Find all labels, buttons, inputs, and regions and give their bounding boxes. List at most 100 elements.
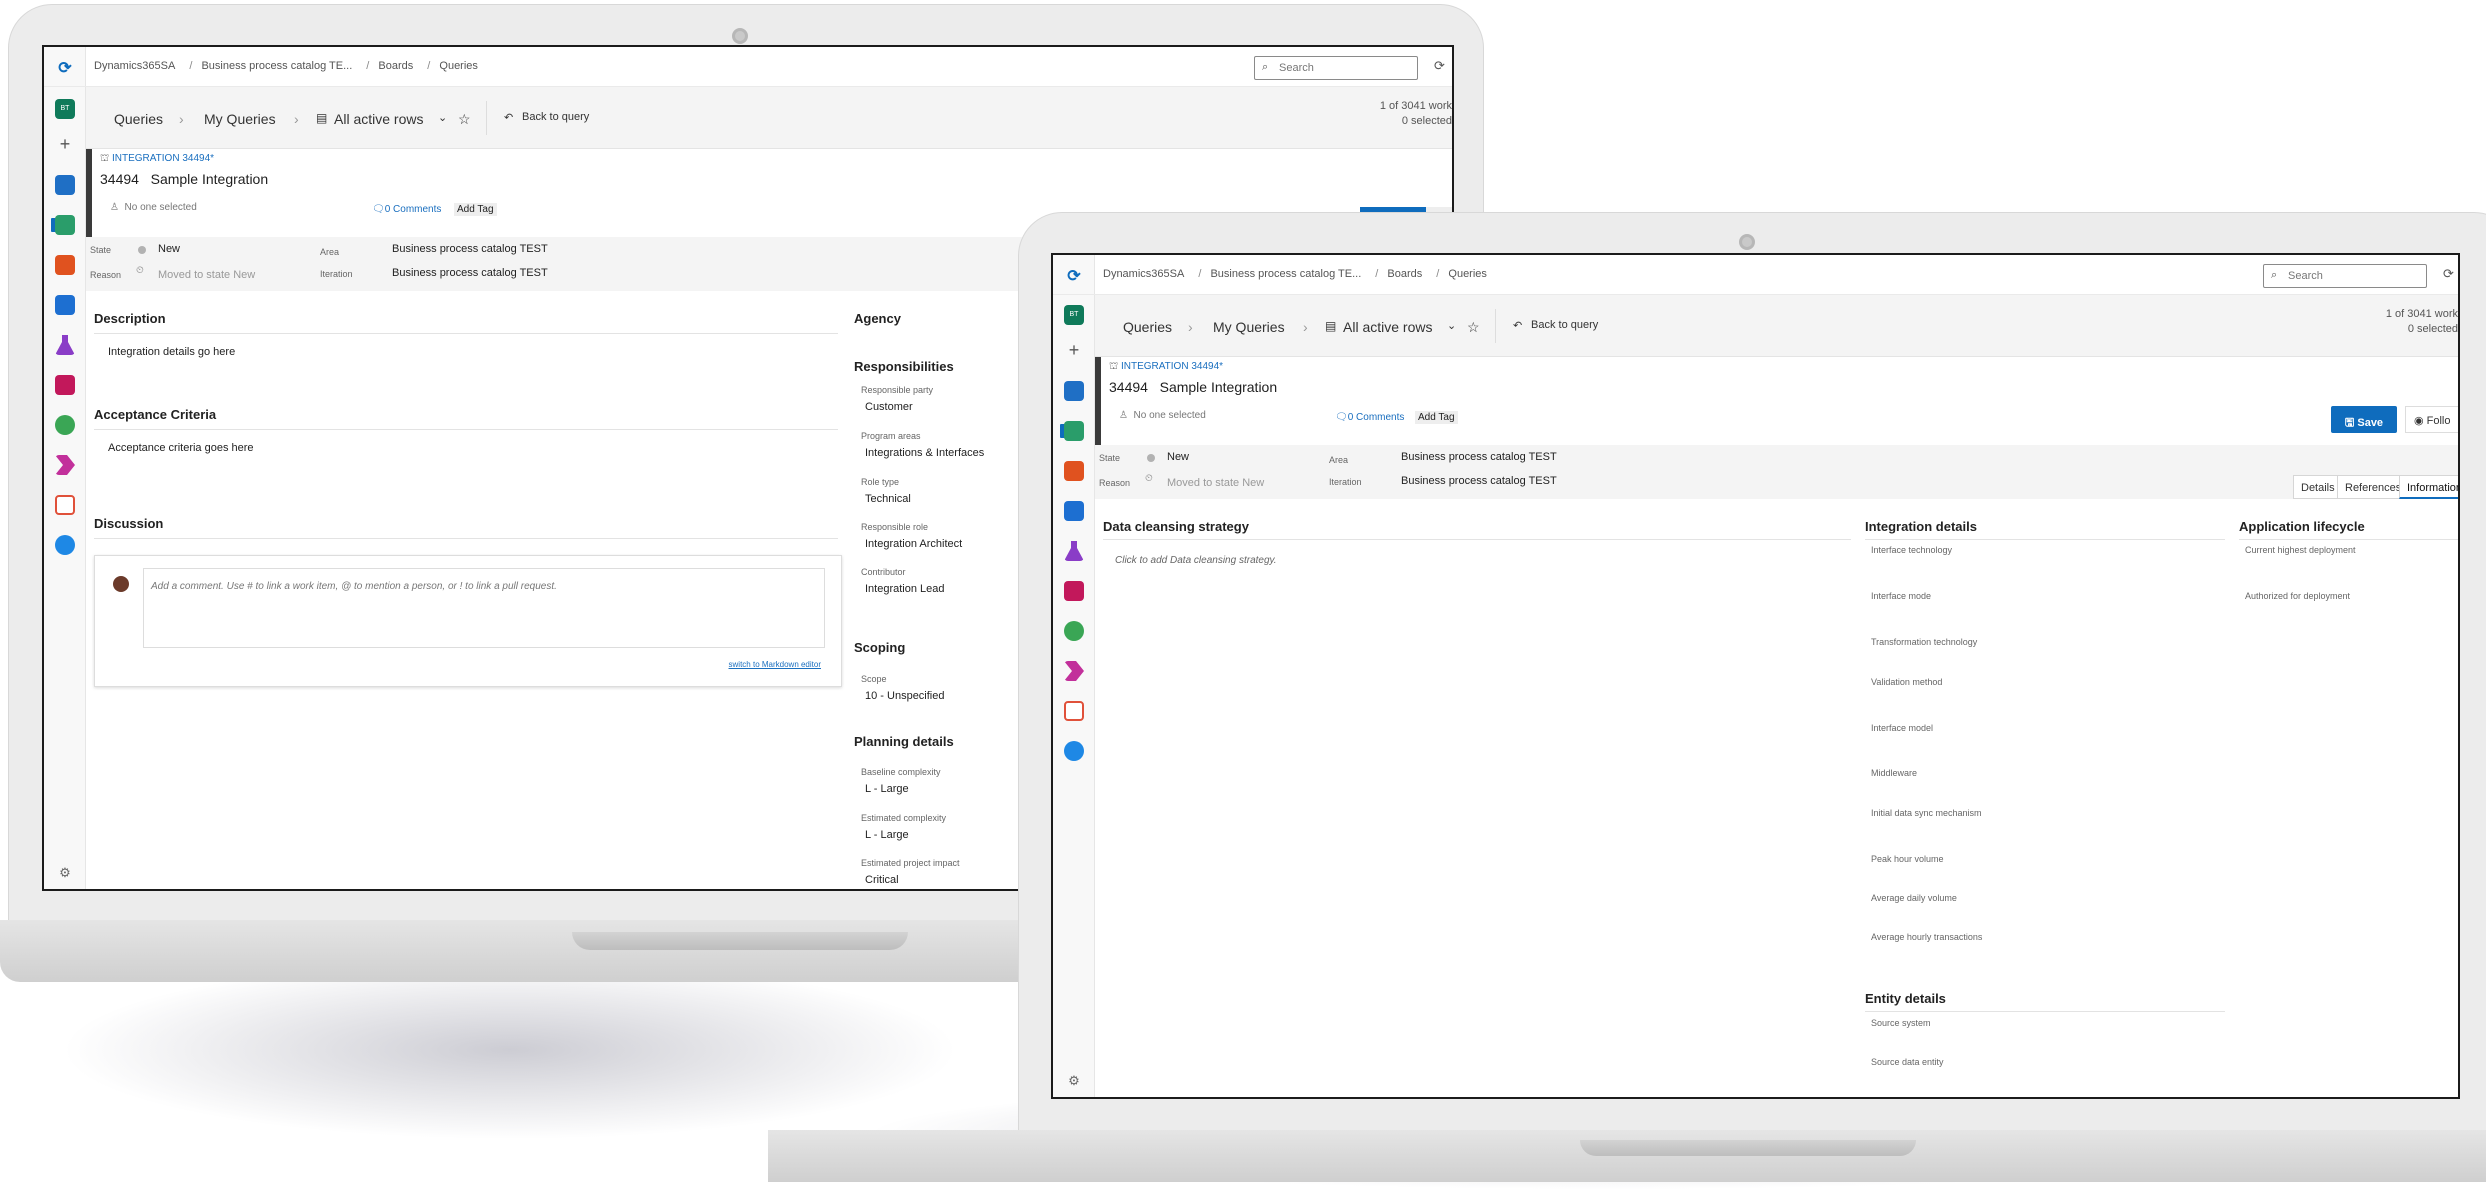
transformation-technology-field[interactable]: Transformation technology (1871, 637, 1977, 647)
add-icon[interactable]: + (1064, 341, 1084, 361)
overview-icon[interactable] (1064, 381, 1084, 401)
description-field[interactable]: Integration details go here (108, 346, 235, 358)
test-plans-icon[interactable] (55, 335, 75, 355)
search-input[interactable]: ⌕ Search (1254, 56, 1418, 80)
save-button[interactable]: 🖫 Save (2331, 406, 2397, 433)
avatar[interactable]: BT (1064, 305, 1084, 325)
acceptance-criteria-field[interactable]: Acceptance criteria goes here (108, 442, 254, 454)
baseline-complexity-field[interactable]: L - Large (865, 783, 909, 795)
all-active-rows-dropdown[interactable]: All active rows (334, 111, 423, 127)
settings-gear-icon[interactable]: ⚙ (1064, 1073, 1084, 1093)
breadcrumb-queries[interactable]: Queries (439, 60, 478, 72)
extension-icon[interactable] (1064, 661, 1084, 681)
iteration-dropdown[interactable]: Business process catalog TEST (1401, 475, 1557, 487)
validation-method-field[interactable]: Validation method (1871, 677, 1942, 687)
my-queries-link[interactable]: My Queries (1213, 319, 1285, 335)
comments-link[interactable]: 🗨0 Comments (372, 204, 441, 215)
authorized-for-deployment-field[interactable]: Authorized for deployment (2245, 591, 2350, 601)
refresh-icon[interactable]: ⟳ (1434, 58, 1445, 74)
peak-hour-volume-field[interactable]: Peak hour volume (1871, 854, 1944, 864)
search-input[interactable]: ⌕ Search (2263, 264, 2427, 288)
interface-mode-field[interactable]: Interface mode (1871, 591, 1931, 601)
work-item-title[interactable]: 34494 Sample Integration (100, 171, 268, 187)
back-arrow-icon[interactable]: ↶ (504, 111, 513, 124)
breadcrumb-boards[interactable]: Boards (1387, 268, 1422, 280)
tab-information[interactable]: Information (2399, 475, 2458, 499)
interface-model-field[interactable]: Interface model (1871, 723, 1933, 733)
work-item-title[interactable]: 34494 Sample Integration (1109, 379, 1277, 395)
all-active-rows-dropdown[interactable]: All active rows (1343, 319, 1432, 335)
area-dropdown[interactable]: Business process catalog TEST (392, 243, 548, 255)
tab-details[interactable]: Details (2293, 475, 2343, 499)
artifacts-icon[interactable] (55, 375, 75, 395)
boards-icon[interactable] (55, 215, 75, 235)
my-queries-link[interactable]: My Queries (204, 111, 276, 127)
role-type-field[interactable]: Technical (865, 493, 911, 505)
artifacts-icon[interactable] (1064, 581, 1084, 601)
back-arrow-icon[interactable]: ↶ (1513, 319, 1522, 332)
interface-technology-field[interactable]: Interface technology (1871, 545, 1952, 555)
iteration-dropdown[interactable]: Business process catalog TEST (392, 267, 548, 279)
responsible-party-field[interactable]: Customer (865, 401, 913, 413)
breadcrumb-project[interactable]: Business process catalog TE... (201, 60, 352, 72)
source-data-entity-field[interactable]: Source data entity (1871, 1057, 1944, 1067)
add-tag-button[interactable]: Add Tag (454, 203, 497, 216)
responsible-role-field[interactable]: Integration Architect (865, 538, 962, 550)
middleware-field[interactable]: Middleware (1871, 768, 1917, 778)
assigned-to[interactable]: ♙ No one selected (110, 202, 197, 213)
queries-link[interactable]: Queries (114, 111, 163, 127)
program-areas-field[interactable]: Integrations & Interfaces (865, 447, 984, 459)
calendar-icon[interactable] (1064, 701, 1084, 721)
queries-link[interactable]: Queries (1123, 319, 1172, 335)
chevron-down-icon[interactable]: ⌄ (438, 111, 447, 124)
state-dropdown[interactable]: New (1167, 451, 1189, 463)
back-to-query-button[interactable]: Back to query (522, 111, 589, 123)
favorite-star-icon[interactable]: ☆ (458, 111, 471, 128)
security-icon[interactable] (1064, 621, 1084, 641)
pipelines-icon[interactable] (55, 295, 75, 315)
boards-icon[interactable] (1064, 421, 1084, 441)
settings-gear-icon[interactable]: ⚙ (55, 865, 75, 885)
calendar-icon[interactable] (55, 495, 75, 515)
feedback-icon[interactable] (1064, 741, 1084, 761)
estimated-complexity-field[interactable]: L - Large (865, 829, 909, 841)
initial-data-sync-field[interactable]: Initial data sync mechanism (1871, 808, 1982, 818)
average-daily-volume-field[interactable]: Average daily volume (1871, 893, 1957, 903)
project-impact-field[interactable]: Critical (865, 874, 899, 886)
assigned-to[interactable]: ♙ No one selected (1119, 410, 1206, 421)
add-tag-button[interactable]: Add Tag (1415, 411, 1458, 424)
pipelines-icon[interactable] (1064, 501, 1084, 521)
contributor-field[interactable]: Integration Lead (865, 583, 945, 595)
average-hourly-transactions-field[interactable]: Average hourly transactions (1871, 932, 1982, 942)
area-dropdown[interactable]: Business process catalog TEST (1401, 451, 1557, 463)
breadcrumb-org[interactable]: Dynamics365SA (94, 60, 175, 72)
avatar[interactable]: BT (55, 99, 75, 119)
feedback-icon[interactable] (55, 535, 75, 555)
data-cleansing-field[interactable]: Click to add Data cleansing strategy. (1115, 555, 1277, 566)
breadcrumb-boards[interactable]: Boards (378, 60, 413, 72)
comments-link[interactable]: 🗨0 Comments (1335, 412, 1404, 423)
current-highest-deployment-field[interactable]: Current highest deployment (2245, 545, 2356, 555)
chevron-down-icon[interactable]: ⌄ (1447, 319, 1456, 332)
extension-icon[interactable] (55, 455, 75, 475)
back-to-query-button[interactable]: Back to query (1531, 319, 1598, 331)
favorite-star-icon[interactable]: ☆ (1467, 319, 1480, 336)
repos-icon[interactable] (55, 255, 75, 275)
reason-dropdown[interactable]: Moved to state New (1167, 477, 1264, 489)
repos-icon[interactable] (1064, 461, 1084, 481)
markdown-editor-link[interactable]: switch to Markdown editor (729, 660, 821, 669)
follow-button[interactable]: ◉ Follo (2405, 406, 2458, 433)
test-plans-icon[interactable] (1064, 541, 1084, 561)
scope-field[interactable]: 10 - Unspecified (865, 690, 945, 702)
refresh-icon[interactable]: ⟳ (2443, 266, 2454, 282)
breadcrumb-project[interactable]: Business process catalog TE... (1210, 268, 1361, 280)
breadcrumb-org[interactable]: Dynamics365SA (1103, 268, 1184, 280)
state-dropdown[interactable]: New (158, 243, 180, 255)
reason-dropdown[interactable]: Moved to state New (158, 269, 255, 281)
source-system-field[interactable]: Source system (1871, 1018, 1931, 1028)
breadcrumb-queries[interactable]: Queries (1448, 268, 1487, 280)
add-icon[interactable]: + (55, 135, 75, 155)
security-icon[interactable] (55, 415, 75, 435)
comment-input[interactable]: Add a comment. Use # to link a work item… (143, 568, 825, 648)
overview-icon[interactable] (55, 175, 75, 195)
